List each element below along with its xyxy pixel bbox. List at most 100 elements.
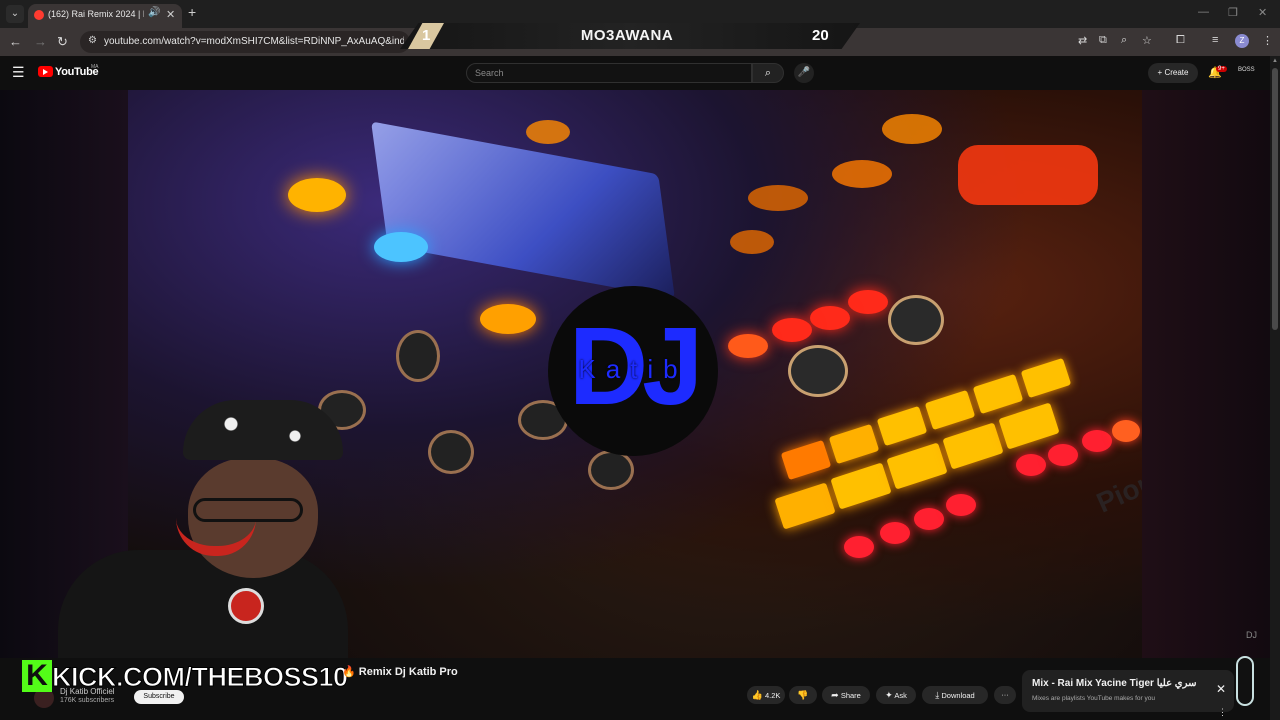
page-scrollbar[interactable] xyxy=(1270,56,1280,720)
video-blur-right xyxy=(1142,90,1270,658)
mixer-light xyxy=(526,120,570,144)
mix-subtitle: Mixes are playlists YouTube makes for yo… xyxy=(1032,695,1155,702)
mixer-light xyxy=(1016,454,1046,476)
banner-right-number: 20 xyxy=(812,27,829,44)
back-icon[interactable]: ← xyxy=(9,34,22,49)
profile-avatar[interactable]: Z xyxy=(1235,34,1249,48)
download-button[interactable]: ⤓ Download xyxy=(922,686,988,704)
reload-icon[interactable]: ↻ xyxy=(57,34,68,50)
mixer-knob xyxy=(428,430,474,474)
site-info-icon[interactable]: ⚙ xyxy=(88,35,97,46)
streamer-cap xyxy=(183,400,343,460)
mixer-knob xyxy=(396,330,440,382)
download-label: Download xyxy=(941,691,975,700)
restore-icon[interactable]: ❐ xyxy=(1228,6,1238,19)
notification-badge: 9+ xyxy=(1216,66,1227,72)
mixer-pad xyxy=(774,482,836,530)
tab-search-button[interactable]: ⌄ xyxy=(6,5,24,23)
tab-close-icon[interactable]: ✕ xyxy=(166,8,175,21)
mixer-light xyxy=(810,306,850,330)
share-label: Share xyxy=(840,691,861,700)
stream-overlay-banner: 1 MO3AWANA 20 xyxy=(400,23,860,49)
kick-logo-icon: K xyxy=(22,660,52,692)
mixer-pad xyxy=(998,402,1060,450)
video-title: 🔥 Remix Dj Katib Pro xyxy=(342,666,458,678)
address-bar[interactable]: ⚙ youtube.com/watch?v=modXmSHI7CM&list=R… xyxy=(80,31,410,53)
thumbs-up-icon: 👍 xyxy=(751,690,763,700)
chrome-menu-icon[interactable]: ⋮ xyxy=(1262,34,1273,47)
minimize-icon[interactable]: — xyxy=(1198,6,1209,18)
search-input[interactable]: Search xyxy=(466,63,752,83)
ask-label: Ask xyxy=(894,691,907,700)
scrollbar-thumb[interactable] xyxy=(1272,68,1278,330)
tab-title: (162) Rai Remix 2024 | Khaled xyxy=(48,9,144,19)
streamer-webcam xyxy=(48,400,348,658)
mixer-knob xyxy=(588,450,634,490)
bookmark-star-icon[interactable]: ☆ xyxy=(1142,34,1152,47)
dislike-button[interactable]: 👎 xyxy=(789,686,817,704)
mixer-light xyxy=(914,508,944,530)
mixer-light xyxy=(1048,444,1078,466)
thumbs-down-icon: 👎 xyxy=(797,690,809,700)
scroll-up-icon[interactable]: ▲ xyxy=(1272,58,1278,64)
mixer-light xyxy=(848,290,888,314)
menu-icon[interactable]: ☰ xyxy=(12,64,25,81)
zoom-icon[interactable]: ⌕ xyxy=(1121,34,1127,47)
youtube-logo-icon[interactable] xyxy=(38,66,53,77)
mixer-light xyxy=(772,318,812,342)
mix-playlist-card[interactable]: Mix - Rai Mix Yacine Tiger سري عليا Mixe… xyxy=(1022,670,1234,712)
streamer-jersey xyxy=(58,550,348,658)
share-icon: ➦ xyxy=(831,690,839,700)
active-tab[interactable]: (162) Rai Remix 2024 | Khaled 🔊 ✕ xyxy=(28,4,182,28)
mixer-pad xyxy=(1020,357,1072,399)
youtube-masthead: ☰ YouTube MA Search ⌕ 🎤 + Create 🔔 BOSS xyxy=(0,56,1270,90)
translate-icon[interactable]: ⇄ xyxy=(1078,34,1087,47)
youtube-favicon-icon xyxy=(34,10,44,20)
mix-title[interactable]: Mix - Rai Mix Yacine Tiger سري عليا xyxy=(1032,678,1212,689)
account-avatar[interactable]: BOSS xyxy=(1238,67,1255,73)
install-app-icon[interactable]: ⧉ xyxy=(1099,34,1107,47)
mixer-screen xyxy=(371,121,675,299)
close-icon[interactable]: ✕ xyxy=(1216,682,1226,696)
download-icon: ⤓ xyxy=(935,690,940,700)
mixer-pad xyxy=(924,389,976,431)
channel-watermark[interactable]: DJ xyxy=(1246,630,1257,640)
url-text[interactable]: youtube.com/watch?v=modXmSHI7CM&list=RDi… xyxy=(104,36,404,47)
dj-logo-name: Katib xyxy=(578,354,688,384)
extensions-icon[interactable]: ⧠ xyxy=(1176,34,1185,47)
voice-search-icon[interactable]: 🎤 xyxy=(794,63,814,83)
mixer-light xyxy=(1112,420,1140,442)
new-tab-button[interactable]: + xyxy=(188,4,196,20)
more-actions-button[interactable]: ··· xyxy=(994,686,1016,704)
mixer-pad xyxy=(876,405,928,447)
mixer-light xyxy=(958,145,1098,205)
mixer-light xyxy=(748,185,808,211)
share-button[interactable]: ➦ Share xyxy=(822,686,870,704)
banner-title: MO3AWANA xyxy=(580,27,674,44)
mixer-pad xyxy=(942,422,1004,470)
mixer-light xyxy=(374,232,428,262)
mixer-light xyxy=(730,230,774,254)
mixer-light xyxy=(728,334,768,358)
mixer-light xyxy=(880,522,910,544)
kick-channel-url: KICK.COM/THEBOSS10 xyxy=(52,662,349,693)
mixer-knob xyxy=(788,345,848,397)
forward-icon[interactable]: → xyxy=(34,34,47,49)
like-count: 4.2K xyxy=(764,691,781,700)
ask-button[interactable]: ✦ Ask xyxy=(876,686,916,704)
mixer-pad xyxy=(780,439,832,481)
search-button[interactable]: ⌕ xyxy=(752,63,784,83)
dj-katib-logo: DJ Katib xyxy=(548,286,718,456)
create-button[interactable]: + Create xyxy=(1148,63,1198,83)
like-button[interactable]: 👍 4.2K xyxy=(747,686,785,704)
mixer-light xyxy=(832,160,892,188)
speaker-icon[interactable]: 🔊 xyxy=(148,7,160,18)
mixer-light xyxy=(946,494,976,516)
more-vert-icon[interactable]: ⋮ xyxy=(1218,707,1227,718)
mixer-light xyxy=(844,536,874,558)
window-close-icon[interactable]: ✕ xyxy=(1258,6,1267,19)
mixer-pad xyxy=(972,373,1024,415)
mixer-light xyxy=(288,178,346,212)
sparkle-icon: ✦ xyxy=(885,690,893,700)
media-control-icon[interactable]: ≡ xyxy=(1212,34,1218,46)
